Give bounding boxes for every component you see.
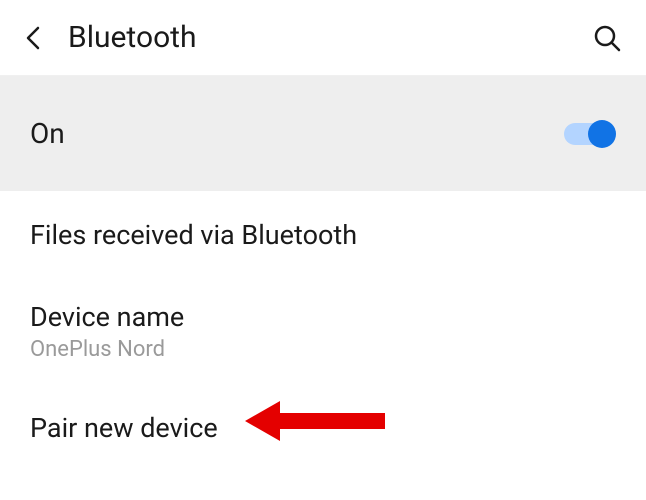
files-received-label: Files received via Bluetooth [30,219,616,251]
toggle-thumb [588,120,616,148]
pair-new-device-label: Pair new device [30,412,616,444]
device-name-row[interactable]: Device name OnePlus Nord [0,279,646,384]
page-title: Bluetooth [68,20,584,55]
device-name-value: OnePlus Nord [30,337,616,362]
search-button[interactable] [584,15,630,61]
pair-new-device-row[interactable]: Pair new device [0,384,646,472]
bluetooth-toggle-label: On [30,117,564,150]
files-received-row[interactable]: Files received via Bluetooth [0,191,646,279]
back-icon [24,24,44,52]
bluetooth-toggle-row[interactable]: On [0,76,646,191]
search-icon [592,23,622,53]
device-name-label: Device name [30,301,616,333]
back-button[interactable] [16,16,52,60]
bluetooth-toggle[interactable] [564,119,616,149]
header: Bluetooth [0,0,646,76]
